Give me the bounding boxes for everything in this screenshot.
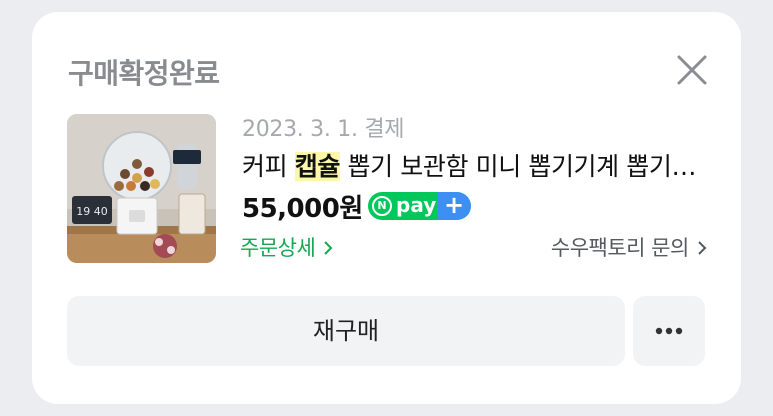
more-options-button[interactable] — [633, 296, 705, 366]
order-detail-link[interactable]: 주문상세 — [240, 232, 333, 262]
rebuy-button[interactable]: 재구매 — [67, 296, 625, 366]
order-detail-label: 주문상세 — [240, 236, 316, 260]
product-name-prefix: 커피 — [242, 152, 295, 181]
seller-inquiry-link[interactable]: 수우팩토리 문의 — [551, 232, 707, 262]
seller-inquiry-label: 수우팩토리 문의 — [550, 236, 689, 260]
order-status-title: 구매확정완료 — [68, 57, 220, 90]
clock-readout: 19 40 — [76, 205, 108, 218]
product-thumbnail[interactable]: 19 40 — [67, 114, 216, 263]
product-image: 19 40 — [67, 114, 216, 263]
chevron-right-icon — [324, 241, 333, 255]
product-name-suffix: 뽑기 보관함 미니 뽑기기계 뽑기통 캡슐 보관 — [347, 152, 704, 181]
order-card: 구매확정완료 19 40 2023. 3. 1. 결제 커피 캡슐 뽑기 보관함… — [32, 12, 741, 404]
close-x-icon — [677, 55, 707, 85]
more-dots-icon — [655, 327, 683, 335]
npay-plus-icon: + — [437, 192, 471, 220]
product-name[interactable]: 커피 캡슐 뽑기 보관함 미니 뽑기기계 뽑기통 캡슐 보관 — [242, 147, 704, 183]
close-button[interactable] — [674, 52, 710, 88]
product-price: 55,000원 — [242, 194, 363, 224]
payment-date: 2023. 3. 1. 결제 — [242, 117, 405, 142]
chevron-right-icon — [698, 241, 707, 255]
npay-label: pay — [396, 193, 437, 217]
npay-plus-badge: N pay + — [368, 192, 471, 220]
naver-n-icon: N — [372, 196, 392, 216]
product-name-highlight: 캡슐 — [294, 152, 340, 181]
